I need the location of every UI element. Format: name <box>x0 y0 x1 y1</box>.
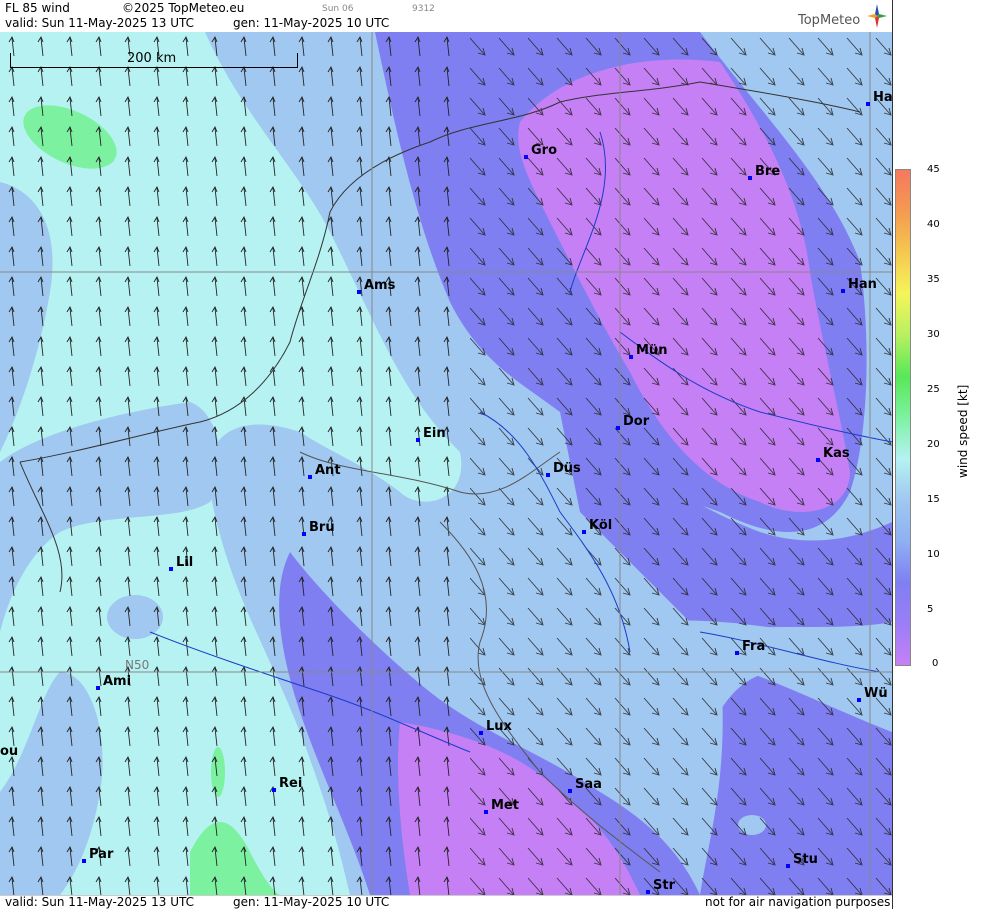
city-koeln[interactable]: Köl <box>582 518 612 534</box>
footer-generated-time: gen: 11-May-2025 10 UTC <box>233 895 390 909</box>
footer-valid-time: valid: Sun 11-May-2025 13 UTC <box>5 895 194 909</box>
city-lille[interactable]: Lil <box>169 555 193 571</box>
city-dortmund[interactable]: Dor <box>616 414 649 430</box>
city-marker <box>616 426 620 430</box>
legend-tick: 30 <box>927 329 940 340</box>
city-metz[interactable]: Met <box>484 798 519 814</box>
legend-tick: 5 <box>927 604 934 615</box>
city-saarbruecken[interactable]: Saa <box>568 777 602 793</box>
city-marker <box>546 473 550 477</box>
city-marker <box>272 788 276 792</box>
city-strasbourg[interactable]: Str <box>646 878 675 894</box>
city-muenster[interactable]: Mün <box>629 343 667 359</box>
city-duesseldorf[interactable]: Düs <box>546 461 581 477</box>
city-amsterdam[interactable]: Ams <box>357 278 395 294</box>
city-marker <box>568 789 572 793</box>
city-hannover[interactable]: Han <box>841 277 877 293</box>
color-scale-bar <box>895 169 911 666</box>
city-marker <box>582 530 586 534</box>
city-groningen[interactable]: Gro <box>524 143 557 159</box>
city-marker <box>866 102 870 106</box>
city-frankfurt[interactable]: Fra <box>735 639 765 655</box>
wind-field-svg <box>0 32 892 895</box>
legend-tick: 40 <box>927 219 940 230</box>
city-amiens[interactable]: Ami <box>96 674 131 690</box>
legend-tick: 10 <box>927 549 940 560</box>
city-marker <box>857 698 861 702</box>
city-marker <box>816 458 820 462</box>
wind-map[interactable]: 200 km N50 Gro Bre Ha Ams Han Mün Dor Ka… <box>0 32 892 895</box>
city-paris[interactable]: Par <box>82 847 113 863</box>
city-reims[interactable]: Rei <box>272 776 302 792</box>
city-brussels[interactable]: Bru <box>302 520 335 536</box>
valid-time: valid: Sun 11-May-2025 13 UTC <box>5 16 194 30</box>
legend-tick: 45 <box>927 164 940 175</box>
legend-tick: 20 <box>927 439 940 450</box>
city-wuerzburg[interactable]: Wü <box>857 686 888 702</box>
small-code: 9312 <box>412 4 435 14</box>
compass-logo-icon <box>867 4 887 28</box>
city-bremen[interactable]: Bre <box>748 164 780 180</box>
footer-disclaimer: not for air navigation purposes <box>705 895 891 909</box>
small-label: Sun 06 <box>322 4 354 14</box>
city-marker <box>416 438 420 442</box>
city-luxembourg[interactable]: Lux <box>479 719 512 735</box>
city-marker <box>735 651 739 655</box>
city-marker <box>629 355 633 359</box>
legend-title: wind speed [kt] <box>956 384 970 478</box>
legend-tick: 15 <box>927 494 940 505</box>
city-marker <box>748 176 752 180</box>
city-eindhoven[interactable]: Ein <box>416 426 446 442</box>
generated-time: gen: 11-May-2025 10 UTC <box>233 16 390 30</box>
city-marker <box>308 475 312 479</box>
city-marker <box>479 731 483 735</box>
city-marker <box>96 686 100 690</box>
map-title: FL 85 wind <box>5 1 70 15</box>
legend-tick: 0 <box>932 658 939 669</box>
copyright: ©2025 TopMeteo.eu <box>122 1 245 15</box>
legend-tick: 35 <box>927 274 940 285</box>
city-marker <box>357 290 361 294</box>
city-partial-left[interactable]: ou <box>0 744 18 759</box>
grid-label-n50: N50 <box>125 658 150 672</box>
city-marker <box>169 567 173 571</box>
legend-tick: 25 <box>927 384 940 395</box>
city-stuttgart[interactable]: Stu <box>786 852 818 868</box>
scale-bar-label: 200 km <box>127 51 177 66</box>
brand-name: TopMeteo <box>798 13 861 28</box>
city-hamburg[interactable]: Ha <box>866 90 892 106</box>
city-marker <box>302 532 306 536</box>
city-marker <box>786 864 790 868</box>
city-marker <box>82 859 86 863</box>
city-marker <box>841 289 845 293</box>
city-marker <box>646 890 650 894</box>
footer-bar: valid: Sun 11-May-2025 13 UTC gen: 11-Ma… <box>0 895 892 910</box>
city-kassel[interactable]: Kas <box>816 446 850 462</box>
city-marker <box>484 810 488 814</box>
color-legend: 45 40 35 30 25 20 15 10 5 0 wind speed [… <box>892 0 983 909</box>
city-marker <box>524 155 528 159</box>
header-bar: FL 85 wind ©2025 TopMeteo.eu Sun 06 9312… <box>0 0 892 32</box>
city-antwerp[interactable]: Ant <box>308 463 341 479</box>
